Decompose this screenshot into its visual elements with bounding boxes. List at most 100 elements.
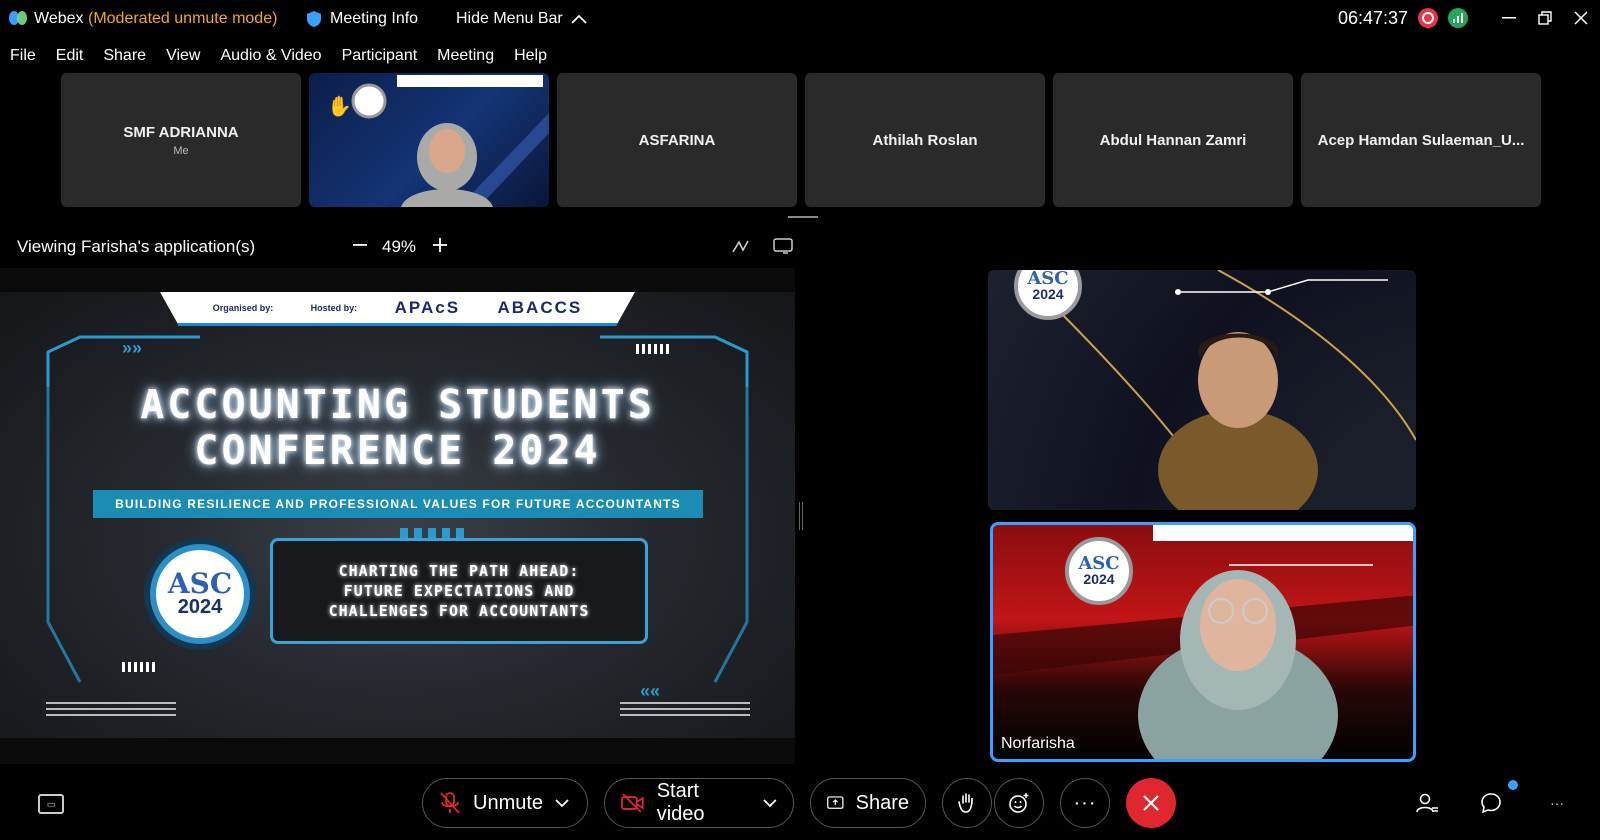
zoom-level: 49% [382, 237, 417, 256]
stage-top-logo-text: ASC [1027, 270, 1069, 289]
raise-hand-button[interactable] [942, 778, 992, 828]
more-icon: ··· [1550, 795, 1564, 811]
meeting-clock: 06:47:37 [1338, 8, 1409, 28]
participants-icon [1416, 793, 1438, 813]
participant-tile[interactable]: Abdul Hannan Zamri [1053, 73, 1293, 207]
participant-tile[interactable]: Acep Hamdan Sulaeman_U... [1301, 73, 1541, 207]
share-label: Share [855, 791, 909, 814]
participant-video-tile[interactable]: ✋ [309, 73, 549, 207]
menu-audio-video[interactable]: Audio & Video [210, 44, 331, 68]
stage-bottom-logo-text: ASC [1078, 553, 1120, 574]
svg-text:»»: »» [122, 338, 142, 358]
emoji-icon [1009, 793, 1029, 813]
stage-video-top[interactable]: ASC 2024 [988, 270, 1416, 510]
annotate-icon[interactable] [730, 236, 752, 256]
participant-tile[interactable]: SMF ADRIANNA Me [61, 73, 301, 207]
participant-name: Acep Hamdan Sulaeman_U... [1317, 131, 1525, 149]
participant-tile[interactable]: ASFARINA [557, 73, 797, 207]
minus-icon [353, 244, 367, 246]
start-video-button[interactable]: Start video [604, 778, 794, 828]
svg-text:✋: ✋ [327, 94, 352, 118]
recording-icon[interactable] [1418, 8, 1438, 28]
participant-video: ✋ [327, 75, 549, 207]
strip-resize-handle[interactable] [788, 216, 818, 218]
stage-splitter[interactable] [799, 502, 803, 530]
menu-share[interactable]: Share [93, 44, 156, 68]
shield-icon [307, 11, 321, 27]
restore-icon [1538, 11, 1552, 25]
viewing-label: Viewing Farisha's application(s) [17, 237, 256, 256]
hide-menu-bar-label: Hide Menu Bar [456, 10, 563, 27]
menu-meeting[interactable]: Meeting [427, 44, 504, 68]
title-bar: Webex (Moderated unmute mode) Meeting In… [0, 0, 1600, 38]
participant-name: Abdul Hannan Zamri [1099, 131, 1247, 149]
plus-icon [433, 238, 447, 252]
panel-more-button[interactable]: ··· [1544, 790, 1570, 816]
close-icon [1143, 795, 1159, 811]
stage-video-active-speaker[interactable]: ASC 2024 Norfarisha [990, 522, 1416, 762]
menu-participant[interactable]: Participant [332, 44, 428, 68]
reactions-button[interactable] [994, 778, 1044, 828]
menu-help[interactable]: Help [504, 44, 557, 68]
zoom-in-button[interactable] [430, 234, 450, 256]
stage-bottom-asc-logo: ASC 2024 [1065, 537, 1133, 605]
participant-strip: SMF ADRIANNA Me ✋ ASFARINA Athilah Rosla… [61, 73, 1541, 207]
start-video-label: Start video [656, 780, 705, 825]
unmute-label: Unmute [473, 791, 544, 814]
menu-bar: File Edit Share View Audio & Video Parti… [0, 44, 557, 68]
participant-name: ASFARINA [638, 131, 716, 149]
participant-name: SMF ADRIANNA [123, 123, 239, 141]
microphone-muted-icon [440, 792, 460, 814]
shared-slide: Organised by: Hosted by: APAcS ABACCS »»… [0, 292, 795, 738]
svg-text:««: «« [640, 681, 660, 701]
participant-subtitle: Me [173, 144, 189, 157]
chevron-up-icon [571, 14, 587, 24]
restore-button[interactable] [1530, 4, 1560, 32]
stage-video-background [993, 525, 1413, 759]
menu-edit[interactable]: Edit [46, 44, 94, 68]
chevron-down-icon[interactable] [763, 798, 777, 808]
raise-hand-icon [958, 793, 973, 813]
slide-title: ACCOUNTING STUDENTS CONFERENCE 2024 [0, 382, 795, 474]
chat-notification-dot [1508, 780, 1518, 790]
slide-title-line1: ACCOUNTING STUDENTS [140, 382, 655, 428]
topic-line-1: CHARTING THE PATH AHEAD: [338, 562, 580, 580]
video-off-icon [621, 793, 644, 813]
chat-button[interactable] [1478, 790, 1504, 816]
minimize-icon [1502, 17, 1516, 19]
chat-icon [1481, 793, 1501, 814]
menu-view[interactable]: View [156, 44, 210, 68]
chevron-down-icon[interactable] [555, 798, 569, 808]
stage-bottom-logo-year: 2024 [1083, 571, 1115, 587]
meeting-info-label: Meeting Info [330, 10, 419, 27]
unmute-button[interactable]: Unmute [422, 778, 588, 828]
app-name: Webex [34, 10, 84, 27]
webex-logo-icon [9, 11, 27, 25]
network-health-icon[interactable] [1448, 8, 1468, 28]
minimize-button[interactable] [1494, 4, 1524, 32]
zoom-out-button[interactable] [350, 234, 370, 256]
participant-name: Athilah Roslan [872, 131, 978, 149]
participant-tile[interactable]: Athilah Roslan [805, 73, 1045, 207]
meeting-mode-label: (Moderated unmute mode) [88, 10, 278, 27]
more-icon: ··· [1073, 792, 1097, 814]
meeting-info-button[interactable]: Meeting Info [306, 8, 418, 30]
slide-title-line2: CONFERENCE 2024 [194, 428, 601, 474]
asc-logo-text: ASC [167, 567, 233, 600]
participants-button[interactable] [1414, 790, 1440, 816]
share-screen-icon [827, 796, 844, 809]
speaker-name-label: Norfarisha [1001, 735, 1075, 752]
share-button[interactable]: Share [810, 778, 926, 828]
request-control-icon[interactable] [772, 236, 794, 256]
closed-caption-button[interactable]: ▭ [38, 794, 64, 814]
asc-logo-year: 2024 [177, 596, 223, 618]
topic-line-2: FUTURE EXPECTATIONS AND [343, 582, 575, 600]
menu-file[interactable]: File [0, 44, 46, 68]
close-icon [1574, 11, 1588, 25]
hide-menu-bar-button[interactable]: Hide Menu Bar [456, 8, 587, 30]
close-window-button[interactable] [1566, 4, 1596, 32]
slide-subtitle: BUILDING RESILIENCE AND PROFESSIONAL VAL… [93, 490, 703, 518]
more-options-button[interactable]: ··· [1060, 778, 1110, 828]
leave-meeting-button[interactable] [1126, 778, 1176, 828]
topic-line-3: CHALLENGES FOR ACCOUNTANTS [328, 602, 590, 620]
